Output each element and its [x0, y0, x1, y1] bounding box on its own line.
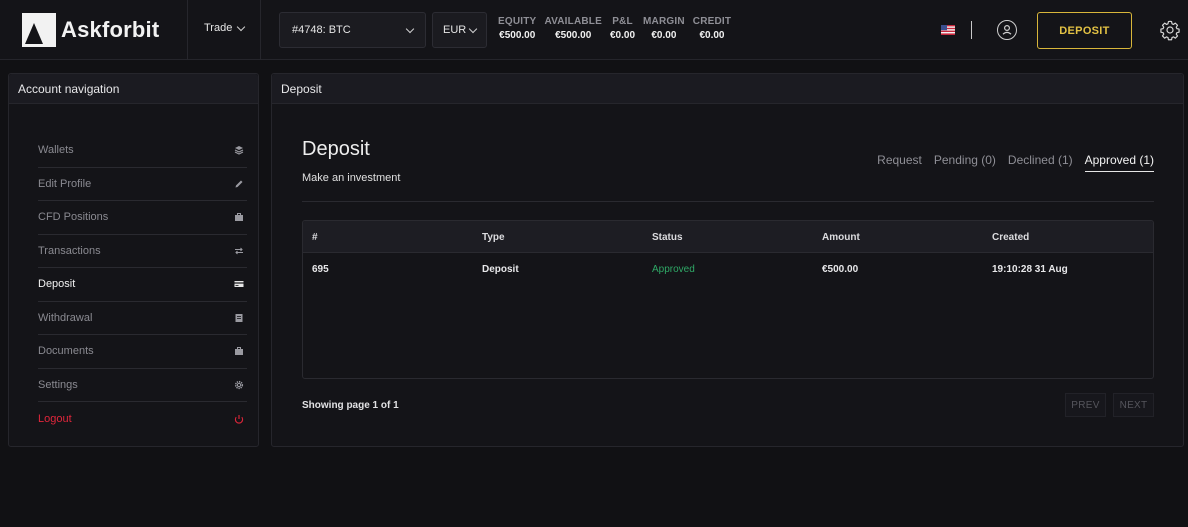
gear-icon [234, 380, 244, 389]
status-badge: Approved [652, 264, 695, 275]
status-tabs: Request Pending (0) Declined (1) Approve… [877, 153, 1154, 172]
stat-value: €0.00 [651, 30, 677, 41]
pagination-info: Showing page 1 of 1 [302, 400, 399, 411]
stat-margin: MARGIN €0.00 [643, 16, 685, 41]
sidebar-item-transactions[interactable]: Transactions [38, 235, 247, 268]
panel-title: Account navigation [9, 74, 258, 104]
layers-icon [234, 146, 244, 155]
chevron-down-icon [468, 24, 478, 33]
logo-icon [22, 13, 56, 47]
brand-name: Askforbit [61, 17, 160, 42]
divider [187, 0, 188, 60]
prev-page-button[interactable]: PREV [1065, 393, 1106, 417]
table-cell: €500.00 [822, 264, 859, 275]
trade-menu-button[interactable]: Trade [204, 22, 246, 34]
sidebar-item-label: Transactions [38, 244, 101, 257]
trade-label: Trade [204, 22, 233, 34]
sidebar-item-wallets[interactable]: Wallets [38, 134, 247, 168]
account-select[interactable]: #4748: BTC [279, 12, 426, 48]
column-header: Created [992, 232, 1030, 243]
stat-label: EQUITY [498, 16, 537, 27]
currency-select-value: EUR [443, 24, 467, 36]
stat-value: €0.00 [609, 30, 636, 41]
sidebar-item-label: Documents [38, 345, 94, 358]
nav-list: Wallets Edit Profile CFD Positions Trans… [38, 134, 247, 436]
sidebar-item-label: Edit Profile [38, 177, 92, 190]
stat-value: €500.00 [555, 30, 592, 41]
stat-label: CREDIT [692, 16, 732, 27]
next-page-button[interactable]: NEXT [1113, 393, 1154, 417]
table-cell: Deposit [482, 264, 519, 275]
column-header: Status [652, 232, 683, 243]
sidebar-item-edit-profile[interactable]: Edit Profile [38, 168, 247, 201]
sidebar-item-cfd-positions[interactable]: CFD Positions [38, 201, 247, 235]
account-navigation-panel: Account navigation Wallets Edit Profile … [8, 73, 259, 447]
stat-available: AVAILABLE €500.00 [544, 16, 602, 41]
divider [302, 201, 1154, 202]
stat-value: €0.00 [699, 30, 725, 41]
table-cell: 19:10:28 31 Aug [992, 264, 1068, 275]
stat-label: P&L [612, 16, 633, 27]
stat-label: MARGIN [643, 16, 685, 27]
deposit-panel: Deposit Deposit Make an investment Reque… [271, 73, 1184, 447]
exchange-icon [235, 247, 243, 255]
divider [971, 21, 972, 39]
brand-logo[interactable]: Askforbit [22, 13, 159, 47]
sidebar-item-label: Wallets [38, 144, 74, 157]
stat-value: €500.00 [499, 30, 536, 41]
tab-approved[interactable]: Approved (1) [1084, 153, 1154, 172]
account-stats: EQUITY €500.00 AVAILABLE €500.00 P&L €0.… [498, 16, 731, 41]
deposit-button[interactable]: DEPOSIT [1037, 12, 1132, 49]
tab-declined[interactable]: Declined (1) [1008, 153, 1073, 172]
sidebar-item-logout[interactable]: Logout [38, 402, 247, 436]
chevron-down-icon [405, 24, 415, 33]
briefcase-icon [235, 213, 243, 222]
stat-pnl: P&L €0.00 [610, 16, 635, 41]
stat-label: AVAILABLE [544, 16, 602, 27]
chevron-down-icon [237, 22, 246, 31]
sidebar-item-settings[interactable]: Settings [38, 369, 247, 402]
stat-credit: CREDIT €0.00 [693, 16, 731, 41]
divider [260, 0, 261, 60]
pencil-icon [235, 180, 243, 188]
sidebar-item-label: CFD Positions [38, 211, 109, 224]
sidebar-item-withdrawal[interactable]: Withdrawal [38, 302, 247, 335]
document-icon [235, 313, 243, 322]
tab-pending[interactable]: Pending (0) [934, 153, 996, 172]
sidebar-item-documents[interactable]: Documents [38, 335, 247, 369]
account-select-value: #4748: BTC [292, 24, 351, 36]
deposits-table: # Type Status Amount Created 695 Deposit… [302, 220, 1154, 379]
table-cell: 695 [312, 264, 329, 275]
sidebar-item-label: Settings [38, 378, 78, 391]
us-flag-icon[interactable] [941, 25, 955, 35]
column-header: # [312, 232, 318, 243]
page-title: Deposit [302, 138, 370, 160]
gear-icon[interactable] [1159, 19, 1181, 41]
currency-select[interactable]: EUR [432, 12, 487, 48]
table-header: # Type Status Amount Created [303, 221, 1153, 253]
top-bar: Askforbit Trade #4748: BTC EUR EQUITY €5… [0, 0, 1188, 60]
sidebar-item-label: Logout [38, 412, 72, 425]
power-icon [234, 414, 244, 424]
page-subtitle: Make an investment [302, 172, 401, 184]
column-header: Amount [822, 232, 860, 243]
briefcase-icon [235, 347, 243, 356]
tab-request[interactable]: Request [877, 153, 922, 172]
panel-title: Deposit [272, 74, 1183, 104]
sidebar-item-label: Deposit [38, 278, 76, 291]
table-row: 695 Deposit Approved €500.00 19:10:28 31… [303, 253, 1153, 285]
sidebar-item-deposit[interactable]: Deposit [38, 268, 247, 302]
sidebar-item-label: Withdrawal [38, 311, 93, 324]
user-icon[interactable] [997, 20, 1017, 40]
stat-equity: EQUITY €500.00 [498, 16, 536, 41]
credit-card-icon [234, 281, 244, 288]
column-header: Type [482, 232, 505, 243]
